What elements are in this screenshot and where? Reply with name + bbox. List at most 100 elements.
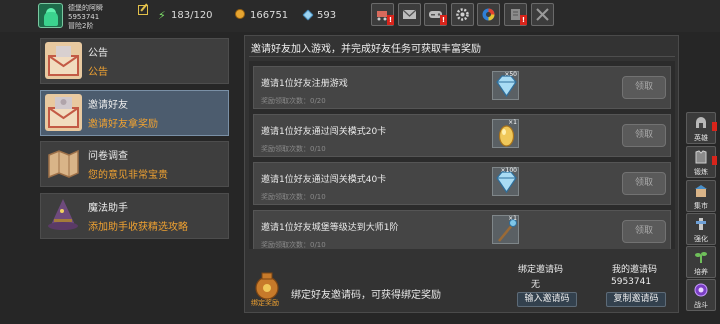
nav-hero[interactable]: 英雄 bbox=[686, 112, 717, 144]
task-row: 邀请1位好友通过闯关模式40卡 奖励领取次数：0/10 ×100 领取 bbox=[253, 162, 671, 205]
shop-button[interactable]: ! bbox=[371, 3, 394, 26]
energy-value: 183/120 bbox=[171, 10, 213, 21]
alert-badge bbox=[712, 122, 717, 131]
sidebar-item-announcement[interactable]: 公告 公告 bbox=[40, 38, 229, 84]
bound-code-value: 无 bbox=[531, 280, 541, 290]
player-level: 冒险2阶 bbox=[68, 22, 94, 30]
armor-icon bbox=[694, 150, 708, 164]
reward-slot[interactable]: ×1 bbox=[492, 119, 519, 148]
sidebar-item-subtitle: 公告 bbox=[88, 67, 108, 78]
bound-code-title: 绑定邀请码 bbox=[518, 265, 564, 275]
player-id: 5953741 bbox=[68, 13, 100, 21]
reward-slot[interactable]: ×100 bbox=[492, 167, 519, 196]
game-center-icon bbox=[482, 8, 495, 21]
survey-map-icon bbox=[45, 145, 82, 182]
gold-value: 166751 bbox=[250, 10, 289, 21]
task-progress: 奖励领取次数：0/10 bbox=[261, 145, 326, 153]
market-icon bbox=[694, 184, 708, 198]
nav-forge[interactable]: 锻炼 bbox=[686, 146, 717, 178]
reward-slot[interactable]: ×50 bbox=[492, 71, 519, 100]
sidebar-item-survey[interactable]: 问卷调查 您的意见非常宝贵 bbox=[40, 141, 229, 187]
gold-stat: 166751 bbox=[235, 9, 288, 23]
claim-button[interactable]: 领取 bbox=[622, 220, 666, 243]
gem-icon bbox=[302, 9, 314, 21]
battle-swords-icon bbox=[536, 8, 549, 21]
claim-button[interactable]: 领取 bbox=[622, 76, 666, 99]
copy-invite-code-button[interactable]: 复制邀请码 bbox=[606, 292, 666, 307]
upgrade-icon bbox=[694, 217, 708, 231]
battle-orb-icon bbox=[694, 283, 708, 297]
sidebar-item-title: 魔法助手 bbox=[88, 203, 128, 214]
task-progress: 奖励领取次数：0/10 bbox=[261, 241, 326, 249]
task-row: 邀请1位好友城堡等级达到大师1阶 奖励领取次数：0/10 ×1 领取 bbox=[253, 210, 671, 249]
player-name: 德堡的阿瞬 bbox=[68, 4, 103, 12]
reward-slot[interactable]: ×1 bbox=[492, 215, 519, 244]
nav-label: 培养 bbox=[694, 268, 708, 276]
bind-reward-label: 绑定奖励 bbox=[251, 299, 279, 307]
reward-count: ×100 bbox=[500, 167, 517, 174]
top-bar: 德堡的阿瞬 5953741 冒险2阶 ⚡ 183/120 166751 593 !… bbox=[0, 0, 720, 32]
sidebar-item-subtitle: 您的意见非常宝贵 bbox=[88, 170, 168, 181]
task-progress: 奖励领取次数：0/20 bbox=[261, 97, 326, 105]
settings-button[interactable] bbox=[451, 3, 474, 26]
claim-button[interactable]: 领取 bbox=[622, 172, 666, 195]
task-name: 邀请1位好友通过闯关模式40卡 bbox=[261, 175, 387, 185]
sidebar-item-invite-friends[interactable]: 邀请好友 邀请好友拿奖励 bbox=[40, 90, 229, 136]
task-list[interactable]: 邀请1位好友注册游戏 奖励领取次数：0/20 ×50 领取 邀请1位好友通过闯关… bbox=[249, 61, 675, 249]
energy-icon: ⚡ bbox=[158, 9, 166, 22]
nav-label: 锻炼 bbox=[694, 168, 708, 176]
sidebar-item-title: 问卷调查 bbox=[88, 151, 128, 162]
settings-gear-icon bbox=[456, 8, 469, 21]
alert-badge: ! bbox=[387, 15, 394, 25]
nav-label: 强化 bbox=[694, 235, 708, 243]
sidebar-item-magic-helper[interactable]: 魔法助手 添加助手收获精选攻略 bbox=[40, 193, 229, 239]
controller-button[interactable]: ! bbox=[424, 3, 447, 26]
alert-badge: ! bbox=[520, 15, 527, 25]
task-row: 邀请1位好友通过闯关模式20卡 奖励领取次数：0/10 ×1 领取 bbox=[253, 114, 671, 157]
mail-icon bbox=[402, 8, 417, 21]
bind-description: 绑定好友邀请码，可获得绑定奖励 bbox=[291, 290, 441, 301]
my-code-title: 我的邀请码 bbox=[612, 265, 658, 275]
task-name: 邀请1位好友通过闯关模式20卡 bbox=[261, 127, 387, 137]
gold-coin-icon bbox=[235, 9, 245, 19]
task-row: 邀请1位好友注册游戏 奖励领取次数：0/20 ×50 领取 bbox=[253, 66, 671, 109]
gem-value: 593 bbox=[317, 10, 337, 21]
nav-upgrade[interactable]: 强化 bbox=[686, 213, 716, 245]
gem-stat: 593 bbox=[302, 9, 337, 23]
energy-stat: ⚡ 183/120 bbox=[158, 9, 213, 23]
game-center-button[interactable] bbox=[477, 3, 500, 26]
input-invite-code-button[interactable]: 输入邀请码 bbox=[517, 292, 577, 307]
divider bbox=[249, 56, 675, 57]
reward-count: ×1 bbox=[508, 215, 517, 222]
wizard-hat-icon bbox=[45, 197, 82, 234]
sidebar-item-title: 公告 bbox=[88, 48, 108, 59]
alert-badge bbox=[712, 156, 717, 165]
sidebar-item-subtitle: 添加助手收获精选攻略 bbox=[88, 222, 188, 233]
nav-cultivate[interactable]: 培养 bbox=[686, 246, 716, 278]
claim-button[interactable]: 领取 bbox=[622, 124, 666, 147]
task-progress: 奖励领取次数：0/10 bbox=[261, 193, 326, 201]
sidebar-item-subtitle: 邀请好友拿奖励 bbox=[88, 119, 158, 130]
mail-button[interactable] bbox=[398, 3, 421, 26]
edit-profile-icon[interactable] bbox=[138, 5, 148, 15]
bind-section: 绑定奖励 绑定好友邀请码，可获得绑定奖励 绑定邀请码 无 输入邀请码 我的邀请码… bbox=[249, 256, 675, 310]
nav-label: 战斗 bbox=[694, 301, 708, 309]
nav-battle[interactable]: 战斗 bbox=[686, 279, 716, 311]
reward-count: ×50 bbox=[504, 71, 517, 78]
alert-badge: ! bbox=[440, 15, 447, 25]
nav-market[interactable]: 集市 bbox=[686, 180, 716, 212]
hero-helmet-icon bbox=[694, 116, 708, 130]
my-code-value: 5953741 bbox=[611, 277, 652, 287]
reward-count: ×1 bbox=[508, 119, 517, 126]
invite-panel: 邀请好友加入游戏，并完成好友任务可获取丰富奖励 邀请1位好友注册游戏 奖励领取次… bbox=[244, 35, 679, 313]
nav-label: 集市 bbox=[694, 202, 708, 210]
task-name: 邀请1位好友城堡等级达到大师1阶 bbox=[261, 223, 399, 233]
sidebar-item-title: 邀请好友 bbox=[88, 100, 128, 111]
announcement-icon bbox=[45, 42, 82, 79]
task-name: 邀请1位好友注册游戏 bbox=[261, 79, 348, 89]
battle-button[interactable] bbox=[531, 3, 554, 26]
cultivate-icon bbox=[694, 250, 708, 264]
panel-title: 邀请好友加入游戏，并完成好友任务可获取丰富奖励 bbox=[251, 44, 481, 55]
player-avatar[interactable] bbox=[38, 3, 63, 28]
event-button[interactable]: ! bbox=[504, 3, 527, 26]
